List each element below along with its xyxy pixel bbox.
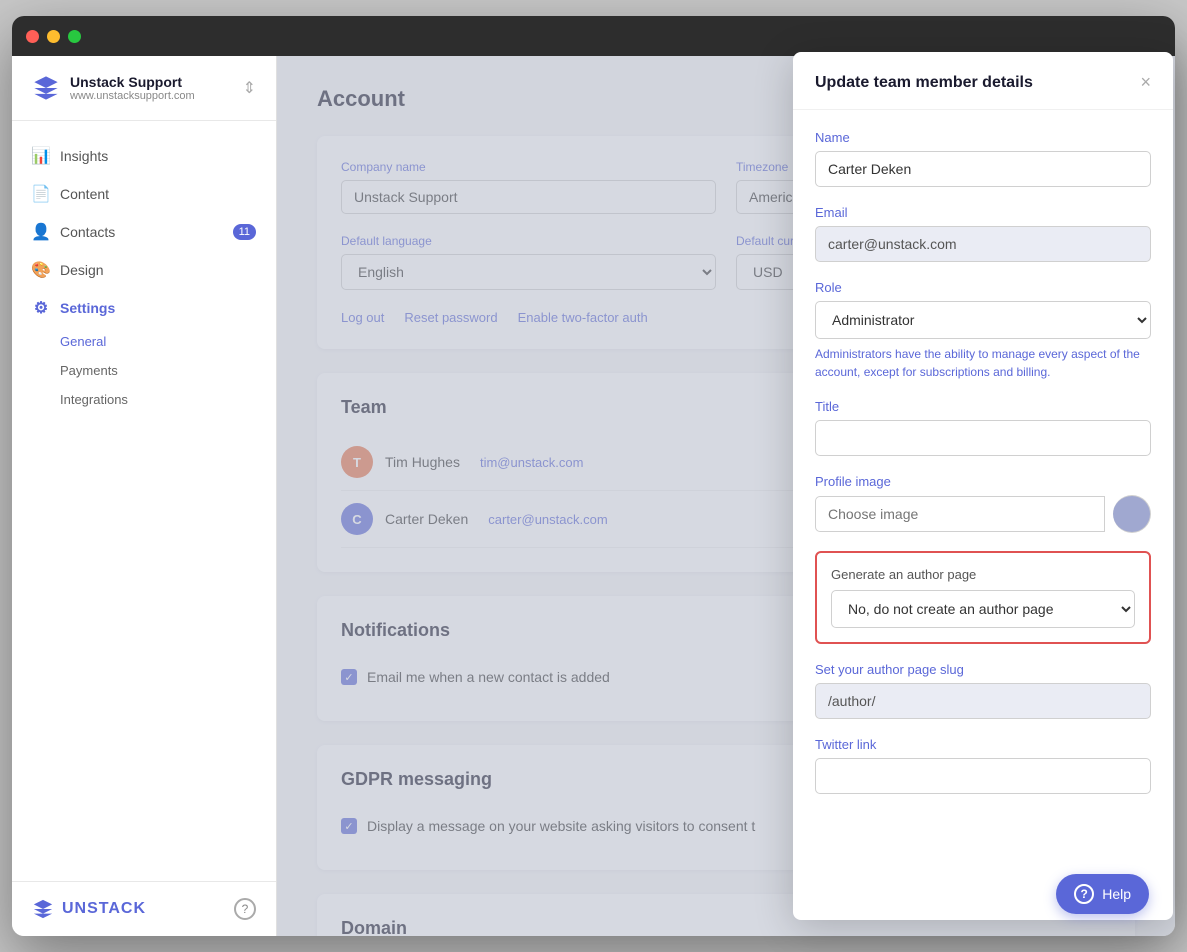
help-button[interactable]: ? Help bbox=[1056, 874, 1149, 914]
footer-logo-text: UNSTACK bbox=[62, 900, 146, 918]
sidebar-item-label: Design bbox=[60, 262, 104, 278]
subnav-item-general[interactable]: General bbox=[60, 327, 276, 356]
sidebar-item-label: Insights bbox=[60, 148, 108, 164]
name-field[interactable] bbox=[815, 151, 1151, 187]
brand-url: www.unstacksupport.com bbox=[70, 90, 195, 102]
title-field-group: Title bbox=[815, 399, 1151, 456]
brand-icon bbox=[32, 74, 60, 102]
sidebar-item-content[interactable]: 📄 Content bbox=[12, 175, 276, 213]
sidebar-item-label: Contacts bbox=[60, 224, 115, 240]
profile-image-row bbox=[815, 495, 1151, 533]
name-field-label: Name bbox=[815, 130, 1151, 145]
email-field[interactable] bbox=[815, 226, 1151, 262]
close-button[interactable] bbox=[26, 30, 39, 43]
email-field-label: Email bbox=[815, 205, 1151, 220]
email-field-group: Email bbox=[815, 205, 1151, 262]
settings-icon: ⚙ bbox=[32, 299, 50, 317]
slug-field[interactable] bbox=[815, 683, 1151, 719]
profile-image-label: Profile image bbox=[815, 474, 1151, 489]
name-field-group: Name bbox=[815, 130, 1151, 187]
sidebar: Unstack Support www.unstacksupport.com ⇕… bbox=[12, 56, 277, 936]
sidebar-item-settings[interactable]: ⚙ Settings bbox=[12, 289, 276, 327]
help-button-icon: ? bbox=[1074, 884, 1094, 904]
contacts-icon: 👤 bbox=[32, 223, 50, 241]
role-field-label: Role bbox=[815, 280, 1151, 295]
author-page-label: Generate an author page bbox=[831, 567, 1135, 582]
subnav-item-integrations[interactable]: Integrations bbox=[60, 385, 276, 414]
twitter-field[interactable] bbox=[815, 758, 1151, 794]
role-select[interactable]: Administrator Member Viewer bbox=[815, 301, 1151, 339]
brand-text: Unstack Support www.unstacksupport.com bbox=[70, 74, 195, 102]
footer-logo: UNSTACK bbox=[32, 898, 146, 920]
maximize-button[interactable] bbox=[68, 30, 81, 43]
subnav: General Payments Integrations bbox=[12, 327, 276, 414]
update-team-member-modal: Update team member details × Name Email … bbox=[793, 56, 1173, 920]
design-icon: 🎨 bbox=[32, 261, 50, 279]
sidebar-item-insights[interactable]: 📊 Insights bbox=[12, 137, 276, 175]
role-hint: Administrators have the ability to manag… bbox=[815, 345, 1151, 381]
help-button-label: Help bbox=[1102, 886, 1131, 902]
app-body: Unstack Support www.unstacksupport.com ⇕… bbox=[12, 56, 1175, 936]
contacts-badge: 11 bbox=[233, 224, 256, 240]
sidebar-nav: 📊 Insights 📄 Content 👤 Contacts 11 🎨 Des… bbox=[12, 121, 276, 881]
insights-icon: 📊 bbox=[32, 147, 50, 165]
subnav-item-payments[interactable]: Payments bbox=[60, 356, 276, 385]
modal-header: Update team member details × bbox=[793, 56, 1173, 110]
sidebar-item-label: Content bbox=[60, 186, 109, 202]
twitter-field-group: Twitter link bbox=[815, 737, 1151, 794]
profile-image-group: Profile image bbox=[815, 474, 1151, 533]
role-field-group: Role Administrator Member Viewer Adminis… bbox=[815, 280, 1151, 381]
slug-field-label: Set your author page slug bbox=[815, 662, 1151, 677]
brand-name: Unstack Support bbox=[70, 74, 195, 90]
switcher-icon[interactable]: ⇕ bbox=[243, 78, 256, 98]
help-circle-icon[interactable]: ? bbox=[234, 898, 256, 920]
title-field-label: Title bbox=[815, 399, 1151, 414]
modal-body: Name Email Role Administrator Member Vie… bbox=[793, 110, 1173, 920]
author-page-section: Generate an author page No, do not creat… bbox=[815, 551, 1151, 644]
modal-title: Update team member details bbox=[815, 74, 1033, 92]
unstack-logo-icon bbox=[32, 898, 54, 920]
sidebar-footer: UNSTACK ? bbox=[12, 881, 276, 936]
sidebar-item-contacts[interactable]: 👤 Contacts 11 bbox=[12, 213, 276, 251]
twitter-field-label: Twitter link bbox=[815, 737, 1151, 752]
traffic-lights bbox=[26, 30, 81, 43]
titlebar bbox=[12, 16, 1175, 56]
sidebar-brand: Unstack Support www.unstacksupport.com bbox=[32, 74, 195, 102]
sidebar-item-label: Settings bbox=[60, 300, 115, 316]
minimize-button[interactable] bbox=[47, 30, 60, 43]
slug-field-group: Set your author page slug bbox=[815, 662, 1151, 719]
sidebar-item-design[interactable]: 🎨 Design bbox=[12, 251, 276, 289]
app-window: Unstack Support www.unstacksupport.com ⇕… bbox=[12, 16, 1175, 936]
content-icon: 📄 bbox=[32, 185, 50, 203]
sidebar-header: Unstack Support www.unstacksupport.com ⇕ bbox=[12, 56, 276, 121]
author-page-select[interactable]: No, do not create an author page Yes, cr… bbox=[831, 590, 1135, 628]
profile-image-preview bbox=[1113, 495, 1151, 533]
modal-close-button[interactable]: × bbox=[1140, 72, 1151, 93]
choose-image-input[interactable] bbox=[815, 496, 1105, 532]
title-field[interactable] bbox=[815, 420, 1151, 456]
